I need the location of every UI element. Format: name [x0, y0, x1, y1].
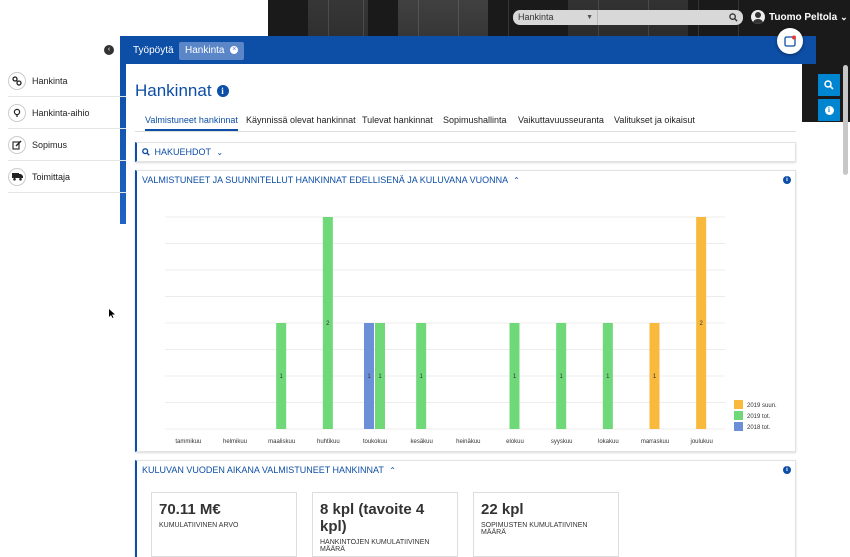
search-criteria-header[interactable]: HAKUEHDOT ⌄ — [137, 143, 795, 161]
search-criteria-panel[interactable]: HAKUEHDOT ⌄ — [135, 142, 796, 162]
tab-tyopoyta[interactable]: Työpöytä — [127, 42, 180, 60]
page-title: Hankinnat i — [135, 81, 229, 101]
truck-icon — [8, 167, 26, 186]
chevron-down-icon: ⌄ — [216, 148, 224, 157]
info-icon[interactable]: i — [783, 466, 791, 474]
legend-swatch — [734, 411, 743, 420]
page-scrollbar[interactable] — [843, 65, 848, 175]
info-icon: i — [824, 105, 834, 115]
kpi-value: 8 kpl (tavoite 4 kpl) — [320, 501, 425, 535]
link-icon — [8, 71, 26, 90]
x-tick-label: elokuu — [506, 439, 524, 445]
user-menu[interactable]: Tuomo Peltola ⌄ — [751, 9, 848, 25]
sidebar-item-hankinta[interactable]: Hankinta — [8, 65, 139, 97]
tab-sopimushallinta[interactable]: Sopimushallinta — [443, 115, 507, 125]
edit-icon — [8, 135, 26, 154]
x-tick-label: helmikuu — [223, 439, 247, 445]
legend-label: 2018 tot. — [747, 425, 771, 431]
sidebar-item-toimittaja[interactable]: Toimittaja — [8, 161, 139, 193]
chevron-up-icon: ⌃ — [389, 466, 396, 475]
tab-vaikuttavuus[interactable]: Vaikuttavuusseuranta — [518, 115, 604, 125]
collapse-sidebar-icon[interactable]: ‹ — [104, 45, 114, 55]
zoom-button[interactable] — [818, 74, 840, 96]
sidebar-item-label: Hankinta — [32, 75, 68, 86]
chevron-up-icon: ⌃ — [513, 176, 520, 185]
main-content: Hankinnat i Valmistuneet hankinnat Käynn… — [126, 64, 802, 557]
avatar-icon — [751, 10, 765, 24]
x-tick-label: tammikuu — [175, 439, 201, 445]
page-title-text: Hankinnat — [135, 81, 212, 100]
sidebar-item-label: Toimittaja — [32, 171, 71, 182]
info-icon[interactable]: i — [783, 176, 791, 184]
zoom-icon — [824, 80, 834, 90]
legend-label: 2019 tot. — [747, 414, 771, 420]
x-tick-label: toukokuu — [363, 439, 387, 445]
search-criteria-title: HAKUEHDOT — [154, 147, 211, 157]
search-category-value: Hankinta — [518, 12, 554, 22]
x-tick-label: maaliskuu — [268, 439, 295, 445]
x-tick-label: syyskuu — [551, 439, 573, 445]
kpi-value: 22 kpl — [481, 501, 524, 518]
legend-swatch — [734, 422, 743, 431]
x-tick-label: joulukuu — [689, 439, 712, 445]
chevron-down-icon: ▼ — [586, 14, 593, 21]
chart-panel: VALMISTUNEET JA SUUNNITELLUT HANKINNAT E… — [135, 170, 796, 452]
legend-label: 2019 suun. — [747, 403, 777, 409]
lightbulb-icon — [8, 103, 26, 122]
mouse-cursor-icon — [109, 309, 115, 318]
close-icon[interactable]: × — [230, 46, 239, 55]
tab-kaynnissa[interactable]: Käynnissä olevat hankinnat — [246, 115, 356, 125]
kpi-label: KUMULATIIVINEN ARVO — [159, 522, 239, 529]
x-tick-label: marraskuu — [641, 439, 669, 445]
x-tick-label: kesäkuu — [410, 439, 432, 445]
x-tick-label: huhtikuu — [317, 439, 340, 445]
tab-label: Hankinta — [185, 45, 225, 56]
sidebar-item-sopimus[interactable]: Sopimus — [8, 129, 139, 161]
sidebar-item-hankinta-aihio[interactable]: Hankinta-aihio — [8, 97, 139, 129]
calendar-notification-icon — [784, 35, 796, 47]
kpi-value: 70.11 M€ — [159, 501, 221, 518]
info-button[interactable]: i — [818, 99, 840, 121]
tab-valmistuneet[interactable]: Valmistuneet hankinnat — [145, 115, 238, 131]
info-icon[interactable]: i — [216, 85, 229, 97]
kpi-card-contracts: 22 kpl SOPIMUSTEN KUMULATIIVINEN MÄÄRÄ — [473, 492, 619, 557]
search-icon[interactable] — [729, 13, 738, 22]
user-name: Tuomo Peltola — [769, 11, 838, 23]
chart-panel-header[interactable]: VALMISTUNEET JA SUUNNITELLUT HANKINNAT E… — [137, 171, 795, 189]
tab-hankinta[interactable]: Hankinta × — [179, 42, 245, 60]
legend-swatch — [734, 400, 743, 409]
notifications-button[interactable] — [777, 28, 803, 54]
bar-chart: tammikuu helmikuu maaliskuu1huhtikuu2touko… — [165, 216, 777, 445]
kpi-label: SOPIMUSTEN KUMULATIIVINEN MÄÄRÄ — [481, 522, 588, 536]
chart-panel-title: VALMISTUNEET JA SUUNNITELLUT HANKINNAT E… — [142, 175, 508, 185]
search-input[interactable] — [597, 10, 743, 25]
tab-label: Työpöytä — [133, 45, 174, 56]
subtabs: Valmistuneet hankinnat Käynnissä olevat … — [135, 112, 796, 132]
sidebar-item-label: Hankinta-aihio — [32, 107, 90, 118]
kpi-panel-title: KULUVAN VUODEN AIKANA VALMISTUNEET HANKI… — [142, 465, 384, 475]
sidebar-item-label: Sopimus — [32, 139, 68, 150]
tab-valitukset[interactable]: Valitukset ja oikaisut — [614, 115, 695, 125]
x-tick-label: heinäkuu — [456, 439, 480, 445]
kpi-card-procurements: 8 kpl (tavoite 4 kpl) HANKINTOJEN KUMULA… — [312, 492, 458, 557]
tab-tulevat[interactable]: Tulevat hankinnat — [362, 115, 433, 125]
search-icon — [142, 148, 150, 156]
kpi-panel-header[interactable]: KULUVAN VUODEN AIKANA VALMISTUNEET HANKI… — [137, 461, 795, 479]
x-tick-label: lokakuu — [598, 439, 619, 445]
kpi-label: HANKINTOJEN KUMULATIIVINEN MÄÄRÄ — [320, 539, 430, 553]
search-category-select[interactable]: Hankinta ▼ — [513, 10, 597, 25]
chevron-down-icon: ⌄ — [840, 11, 848, 22]
kpi-card-value: 70.11 M€ KUMULATIIVINEN ARVO — [151, 492, 297, 557]
